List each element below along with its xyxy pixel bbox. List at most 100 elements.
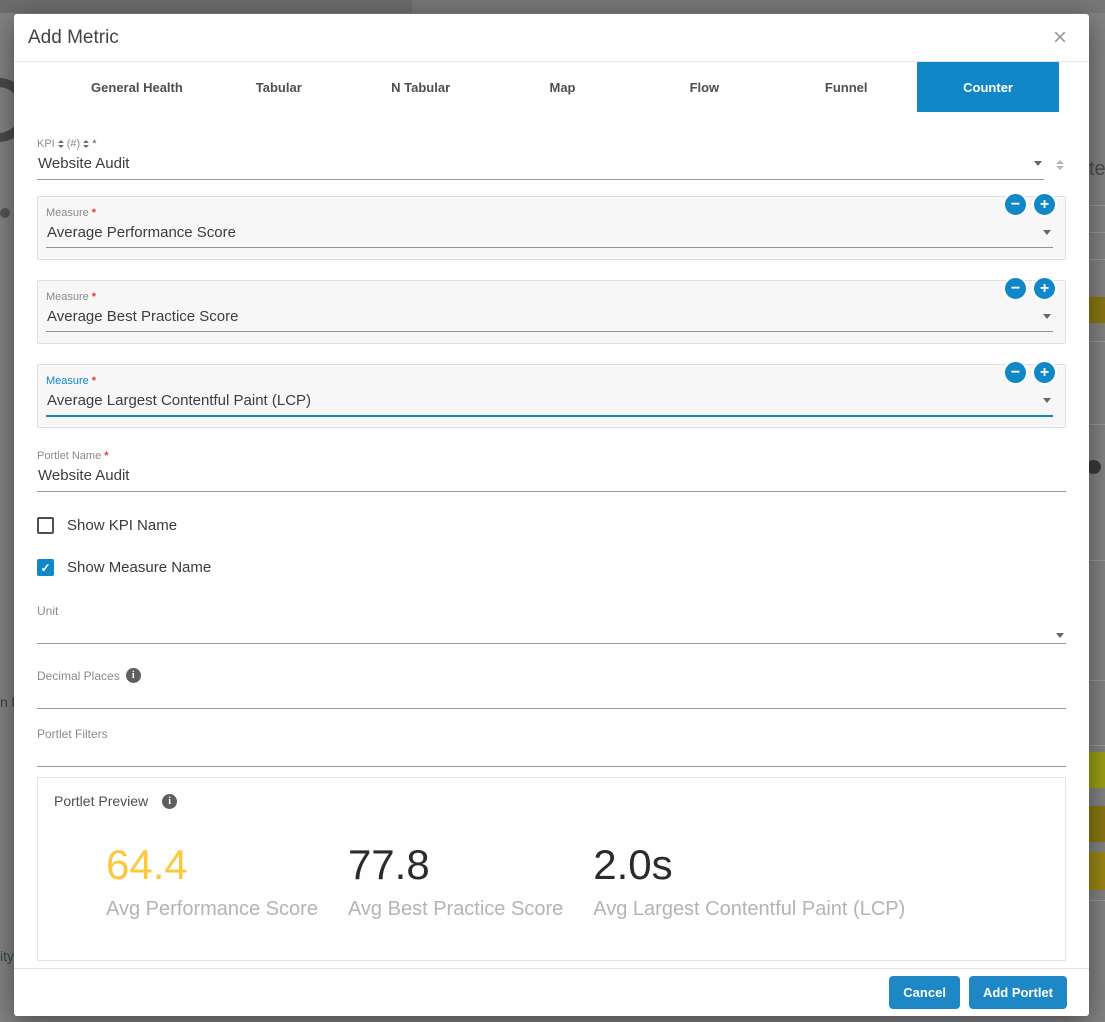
kpi-field-block: KPI (#) * Website Audit [37, 138, 1066, 180]
background-text-fragment: ity [0, 948, 14, 964]
chevron-down-icon [1034, 161, 1042, 166]
counter-performance-score: 64.4 Avg Performance Score [106, 841, 318, 921]
chevron-down-icon [1043, 398, 1051, 403]
background-row-line [1089, 680, 1105, 681]
tab-flow[interactable]: Flow [633, 62, 775, 112]
unit-label: Unit [37, 604, 1066, 618]
unit-block: Unit [37, 604, 1066, 644]
checkbox-unchecked-icon [37, 517, 54, 534]
counter-best-practice-score: 77.8 Avg Best Practice Score [348, 841, 563, 921]
spinner-updown-icon[interactable] [1056, 160, 1064, 170]
cancel-button[interactable]: Cancel [889, 976, 960, 1009]
portlet-name-label: Portlet Name* [37, 450, 1066, 462]
tab-general-health[interactable]: General Health [66, 62, 208, 112]
portlet-filters-block: Portlet Filters [37, 727, 1066, 767]
background-topbar-seam [412, 0, 1105, 13]
background-row-line [1089, 424, 1105, 425]
kpi-select-value: Website Audit [38, 155, 1026, 172]
add-measure-button[interactable]: + [1032, 192, 1057, 217]
checkbox-label: Show Measure Name [67, 559, 211, 576]
counter-label: Avg Largest Contentful Paint (LCP) [593, 898, 905, 921]
measure-select-value: Average Largest Contentful Paint (LCP) [47, 392, 1035, 409]
portlet-preview-header: Portlet Preview i [54, 793, 1049, 809]
background-row-line [1089, 745, 1105, 746]
background-row-line [1089, 900, 1105, 901]
chevron-down-icon [1043, 314, 1051, 319]
unit-select[interactable] [37, 618, 1066, 644]
add-portlet-button[interactable]: Add Portlet [969, 976, 1067, 1009]
decimal-places-block: Decimal Places i [37, 668, 1066, 709]
chevron-down-icon [1043, 230, 1051, 235]
measure-label: Measure* [46, 207, 1053, 219]
checkbox-checked-icon: ✓ [37, 559, 54, 576]
measure-3-actions: − + [1003, 360, 1057, 385]
decimal-places-input[interactable] [37, 683, 1066, 709]
portlet-name-block: Portlet Name* Website Audit [37, 450, 1066, 492]
measure-block-3: − + Measure* Average Largest Contentful … [37, 364, 1066, 428]
modal-title: Add Metric [28, 27, 1047, 49]
info-icon[interactable]: i [162, 794, 177, 809]
measure-block-1: − + Measure* Average Performance Score [37, 196, 1066, 260]
add-measure-button[interactable]: + [1032, 276, 1057, 301]
modal-body: KPI (#) * Website Audit − + Measure* [14, 112, 1089, 968]
kpi-label: KPI (#) * [37, 138, 1066, 150]
tab-n-tabular[interactable]: N Tabular [350, 62, 492, 112]
portlet-preview-panel: Portlet Preview i 64.4 Avg Performance S… [37, 777, 1066, 961]
required-mark: * [92, 291, 96, 303]
background-dot [0, 208, 10, 218]
remove-measure-button[interactable]: − [1003, 192, 1028, 217]
decimal-places-label: Decimal Places i [37, 668, 1066, 683]
measure-1-actions: − + [1003, 192, 1057, 217]
measure-label: Measure* [46, 291, 1053, 303]
sort-updown-icon [83, 140, 89, 148]
portlet-name-input[interactable]: Website Audit [37, 462, 1066, 492]
preview-counters: 64.4 Avg Performance Score 77.8 Avg Best… [54, 841, 1049, 921]
background-row-line [1089, 560, 1105, 561]
tab-funnel[interactable]: Funnel [775, 62, 917, 112]
counter-lcp: 2.0s Avg Largest Contentful Paint (LCP) [593, 841, 905, 921]
kpi-select[interactable]: Website Audit [37, 150, 1044, 180]
tab-map[interactable]: Map [492, 62, 634, 112]
required-mark: * [104, 450, 108, 462]
measure-block-2: − + Measure* Average Best Practice Score [37, 280, 1066, 344]
background-row-line [1089, 259, 1105, 260]
sort-updown-icon [58, 140, 64, 148]
remove-measure-button[interactable]: − [1003, 276, 1028, 301]
tab-bar: General Health Tabular N Tabular Map Flo… [14, 62, 1089, 112]
measure-select-2[interactable]: Average Best Practice Score [46, 303, 1053, 332]
tab-counter[interactable]: Counter [917, 62, 1059, 112]
portlet-filters-input[interactable] [37, 741, 1066, 767]
show-measure-name-checkbox[interactable]: ✓ Show Measure Name [37, 559, 211, 576]
portlet-filters-label: Portlet Filters [37, 727, 1066, 741]
portlet-preview-title: Portlet Preview [54, 793, 148, 809]
background-row-line [1089, 205, 1105, 206]
background-row-line [1089, 341, 1105, 342]
portlet-name-value: Website Audit [38, 467, 1064, 484]
measure-select-value: Average Performance Score [47, 224, 1035, 241]
required-mark: * [92, 138, 96, 150]
info-icon[interactable]: i [126, 668, 141, 683]
close-icon[interactable]: × [1047, 24, 1073, 52]
counter-value: 77.8 [348, 841, 563, 889]
add-measure-button[interactable]: + [1032, 360, 1057, 385]
remove-measure-button[interactable]: − [1003, 360, 1028, 385]
show-kpi-name-checkbox[interactable]: Show KPI Name [37, 517, 177, 534]
measure-select-1[interactable]: Average Performance Score [46, 219, 1053, 248]
measure-select-value: Average Best Practice Score [47, 308, 1035, 325]
measure-select-3[interactable]: Average Largest Contentful Paint (LCP) [46, 387, 1053, 417]
chevron-down-icon [1056, 633, 1064, 638]
required-mark: * [92, 375, 96, 387]
measure-2-actions: − + [1003, 276, 1057, 301]
background-row-line [1089, 232, 1105, 233]
modal-header: Add Metric × [14, 14, 1089, 62]
tab-tabular[interactable]: Tabular [208, 62, 350, 112]
counter-value: 2.0s [593, 841, 905, 889]
counter-value: 64.4 [106, 841, 318, 889]
kpi-field-row: Website Audit [37, 150, 1066, 180]
counter-label: Avg Best Practice Score [348, 898, 563, 921]
checkbox-label: Show KPI Name [67, 517, 177, 534]
required-mark: * [92, 207, 96, 219]
modal-footer: Cancel Add Portlet [14, 968, 1089, 1016]
background-text-fragment: te [1089, 158, 1105, 181]
measure-label: Measure* [46, 375, 1053, 387]
